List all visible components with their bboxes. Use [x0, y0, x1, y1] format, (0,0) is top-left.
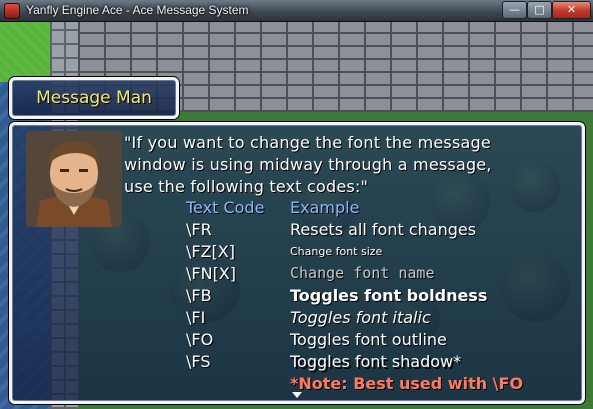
header-text-code: Text Code — [186, 198, 265, 217]
minimize-icon: — — [509, 3, 520, 16]
maximize-icon: □ — [534, 3, 545, 16]
message-line: window is using midway through a message… — [124, 155, 492, 174]
name-window: Message Man — [9, 77, 179, 119]
desc-cell: Resets all font changes — [290, 220, 477, 239]
code-cell: \FB — [186, 286, 212, 305]
face-portrait-image — [26, 131, 122, 227]
minimize-button[interactable]: — — [502, 1, 527, 19]
close-icon: ✕ — [566, 3, 577, 16]
message-window[interactable]: "If you want to change the font the mess… — [9, 122, 585, 404]
desc-cell: Toggles font outline — [290, 330, 447, 349]
close-button[interactable]: ✕ — [552, 1, 591, 19]
window-title: Yanfly Engine Ace - Ace Message System — [26, 3, 249, 17]
desc-cell: Toggles font shadow* — [290, 352, 462, 371]
desc-cell: Change font name — [290, 264, 435, 282]
code-cell: \FS — [186, 352, 211, 371]
speaker-name: Message Man — [36, 88, 152, 108]
footnote: *Note: Best used with \FO — [290, 374, 524, 393]
title-bar: Yanfly Engine Ace - Ace Message System —… — [0, 0, 593, 22]
desc-cell: Toggles font boldness — [290, 286, 488, 305]
code-cell: \FO — [186, 330, 214, 349]
maximize-button[interactable]: □ — [527, 1, 552, 19]
code-cell: \FI — [186, 308, 206, 327]
code-cell: \FZ[X] — [186, 242, 235, 261]
header-example: Example — [290, 198, 360, 217]
desc-cell: Toggles font italic — [290, 308, 431, 327]
app-icon — [4, 3, 20, 19]
desc-cell: Change font size — [290, 245, 383, 258]
code-cell: \FN[X] — [186, 264, 237, 283]
pause-arrow-icon — [292, 392, 302, 398]
code-cell: \FR — [186, 220, 212, 239]
portrait — [26, 131, 122, 227]
message-line: use the following text codes:" — [124, 177, 369, 196]
message-line: "If you want to change the font the mess… — [124, 133, 491, 152]
grass-tile-area — [0, 22, 50, 82]
